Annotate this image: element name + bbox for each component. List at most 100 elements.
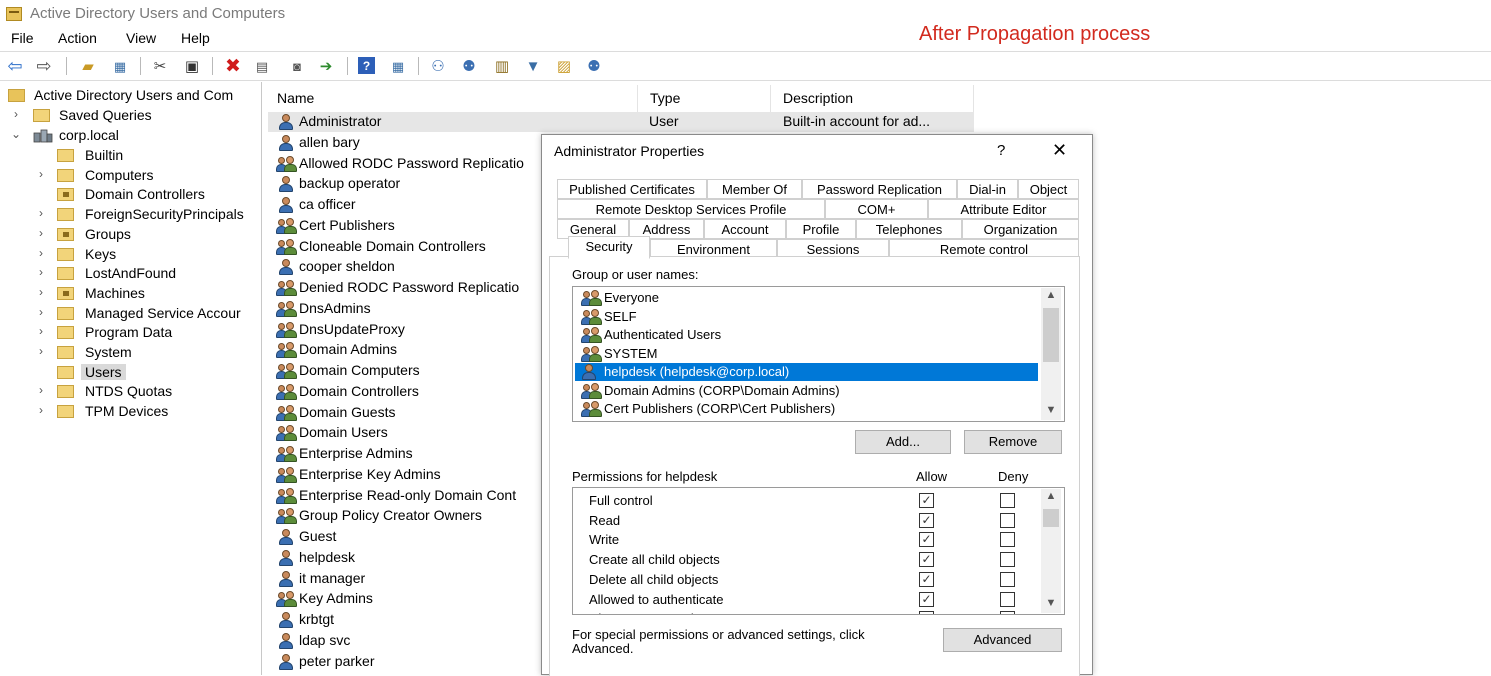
new-ou-icon[interactable]: ▥ (492, 56, 512, 76)
permissions-listbox[interactable]: Full control ✓ Read ✓ Write ✓ Create all child… (572, 487, 1065, 615)
chevron-right-icon[interactable]: › (35, 344, 47, 358)
cut-icon[interactable]: ✂ (150, 56, 170, 76)
deny-checkbox[interactable] (1000, 591, 1015, 607)
chevron-right-icon[interactable]: › (35, 305, 47, 319)
allow-checkbox[interactable]: ✓ (919, 552, 934, 568)
permissions-scrollbar[interactable]: ▲ ▼ (1041, 489, 1061, 613)
tab-profile[interactable]: Profile (786, 219, 856, 239)
clipboard-icon[interactable]: ▣ (182, 56, 202, 76)
scroll-up-icon[interactable]: ▲ (1041, 490, 1061, 502)
tree-item-lostandfound[interactable]: › LostAndFound (0, 264, 261, 283)
tree-item-keys[interactable]: › Keys (0, 245, 261, 264)
add-to-group-icon[interactable]: ⚉ (584, 56, 604, 76)
forward-arrow-icon[interactable]: ⇨ (34, 56, 54, 76)
tab-security[interactable]: Security (568, 236, 650, 259)
chevron-right-icon[interactable]: › (35, 265, 47, 279)
chevron-right-icon[interactable]: › (35, 285, 47, 299)
tab-telephones[interactable]: Telephones (856, 219, 962, 239)
tab-account[interactable]: Account (704, 219, 786, 239)
tree-item-system[interactable]: › System (0, 343, 261, 362)
principals-listbox[interactable]: Everyone SELF Authenticated Users SYSTEM hel… (572, 286, 1065, 422)
find-icon[interactable]: ▨ (554, 56, 574, 76)
close-button[interactable]: ✕ (1052, 140, 1067, 161)
allow-checkbox[interactable]: ✓ (919, 611, 934, 614)
tree-item-managed-service-accour[interactable]: › Managed Service Accour (0, 304, 261, 323)
chevron-right-icon[interactable]: › (35, 403, 47, 417)
tree-item-program-data[interactable]: › Program Data (0, 323, 261, 342)
tab-member-of[interactable]: Member Of (707, 179, 802, 199)
deny-checkbox[interactable] (1000, 493, 1015, 508)
tab-organization[interactable]: Organization (962, 219, 1079, 239)
chevron-right-icon[interactable]: › (35, 246, 47, 260)
delete-icon[interactable]: ✖ (223, 56, 243, 76)
tree-item-tpm-devices[interactable]: › TPM Devices (0, 402, 261, 421)
add-button[interactable]: Add... (855, 430, 951, 454)
tab-published-certificates[interactable]: Published Certificates (557, 179, 707, 199)
principal-item[interactable]: Authenticated Users (575, 326, 1035, 344)
help-icon[interactable]: ? (358, 57, 375, 74)
principals-scrollbar[interactable]: ▲ ▼ (1041, 288, 1061, 420)
menu-view[interactable]: View (126, 30, 156, 46)
tab-com-plus[interactable]: COM+ (825, 199, 928, 219)
scroll-down-icon[interactable]: ▼ (1041, 597, 1061, 609)
scroll-down-icon[interactable]: ▼ (1041, 404, 1061, 416)
chevron-right-icon[interactable]: › (35, 226, 47, 240)
menu-action[interactable]: Action (58, 30, 97, 46)
principal-item[interactable]: SYSTEM (575, 345, 1035, 363)
scroll-thumb[interactable] (1043, 308, 1059, 362)
tree-item-groups[interactable]: › Groups (0, 225, 261, 244)
mmc-view-icon[interactable]: ▦ (388, 56, 408, 76)
tree-item-domain[interactable]: ⌄ corp.local (0, 126, 261, 145)
tree-item-users[interactable]: Users (0, 363, 261, 382)
menu-help[interactable]: Help (181, 30, 210, 46)
new-user-icon[interactable]: ⚇ (428, 56, 448, 76)
tab-dial-in[interactable]: Dial-in (957, 179, 1018, 199)
deny-checkbox[interactable] (1000, 552, 1015, 568)
allow-checkbox[interactable]: ✓ (919, 591, 934, 607)
chevron-right-icon[interactable]: › (10, 107, 22, 121)
principal-item[interactable]: SELF (575, 308, 1035, 326)
tree-item-saved-queries[interactable]: › Saved Queries (0, 106, 261, 125)
principal-item[interactable]: Cert Publishers (CORP\Cert Publishers) (575, 400, 1035, 418)
tab-object[interactable]: Object (1018, 179, 1079, 199)
allow-checkbox[interactable]: ✓ (919, 532, 934, 548)
chevron-right-icon[interactable]: › (35, 324, 47, 338)
tree-item-computers[interactable]: › Computers (0, 166, 261, 185)
details-view-icon[interactable]: ▦ (110, 56, 130, 76)
column-header-type[interactable]: Type (641, 85, 771, 113)
chevron-right-icon[interactable]: › (35, 167, 47, 181)
tab-attribute-editor[interactable]: Attribute Editor (928, 199, 1079, 219)
scroll-up-icon[interactable]: ▲ (1041, 289, 1061, 301)
allow-checkbox[interactable]: ✓ (919, 512, 934, 528)
tree-root[interactable]: Active Directory Users and Com (0, 86, 261, 105)
up-folder-icon[interactable]: ▰ (78, 56, 98, 76)
remove-button[interactable]: Remove (964, 430, 1062, 454)
chevron-right-icon[interactable]: › (35, 383, 47, 397)
help-button[interactable]: ? (997, 142, 1005, 159)
tab-remote-desktop-services-profile[interactable]: Remote Desktop Services Profile (557, 199, 825, 219)
tree-item-domain-controllers[interactable]: Domain Controllers (0, 185, 261, 204)
principal-item[interactable]: Everyone (575, 289, 1035, 307)
chevron-right-icon[interactable]: › (35, 206, 47, 220)
new-group-icon[interactable]: ⚉ (459, 56, 479, 76)
refresh-icon[interactable]: ◙ (287, 56, 307, 76)
scroll-thumb[interactable] (1043, 509, 1059, 527)
deny-checkbox[interactable] (1000, 532, 1015, 548)
allow-checkbox[interactable]: ✓ (919, 571, 934, 587)
column-header-description[interactable]: Description (774, 85, 974, 113)
filter-icon[interactable]: ▼ (523, 56, 543, 76)
advanced-button[interactable]: Advanced (943, 628, 1062, 652)
deny-checkbox[interactable] (1000, 512, 1015, 528)
tree-item-builtin[interactable]: Builtin (0, 146, 261, 165)
export-icon[interactable]: ➔ (316, 56, 336, 76)
list-item[interactable]: Administrator User Built-in account for ad… (268, 112, 974, 132)
menu-file[interactable]: File (11, 30, 34, 46)
tree-item-ntds-quotas[interactable]: › NTDS Quotas (0, 382, 261, 401)
chevron-down-icon[interactable]: ⌄ (10, 127, 22, 141)
deny-checkbox[interactable] (1000, 611, 1015, 614)
deny-checkbox[interactable] (1000, 571, 1015, 587)
back-arrow-icon[interactable]: ⇦ (5, 56, 25, 76)
column-header-name[interactable]: Name (268, 85, 638, 113)
tree-item-machines[interactable]: › Machines (0, 284, 261, 303)
principal-item[interactable]: Domain Admins (CORP\Domain Admins) (575, 382, 1035, 400)
